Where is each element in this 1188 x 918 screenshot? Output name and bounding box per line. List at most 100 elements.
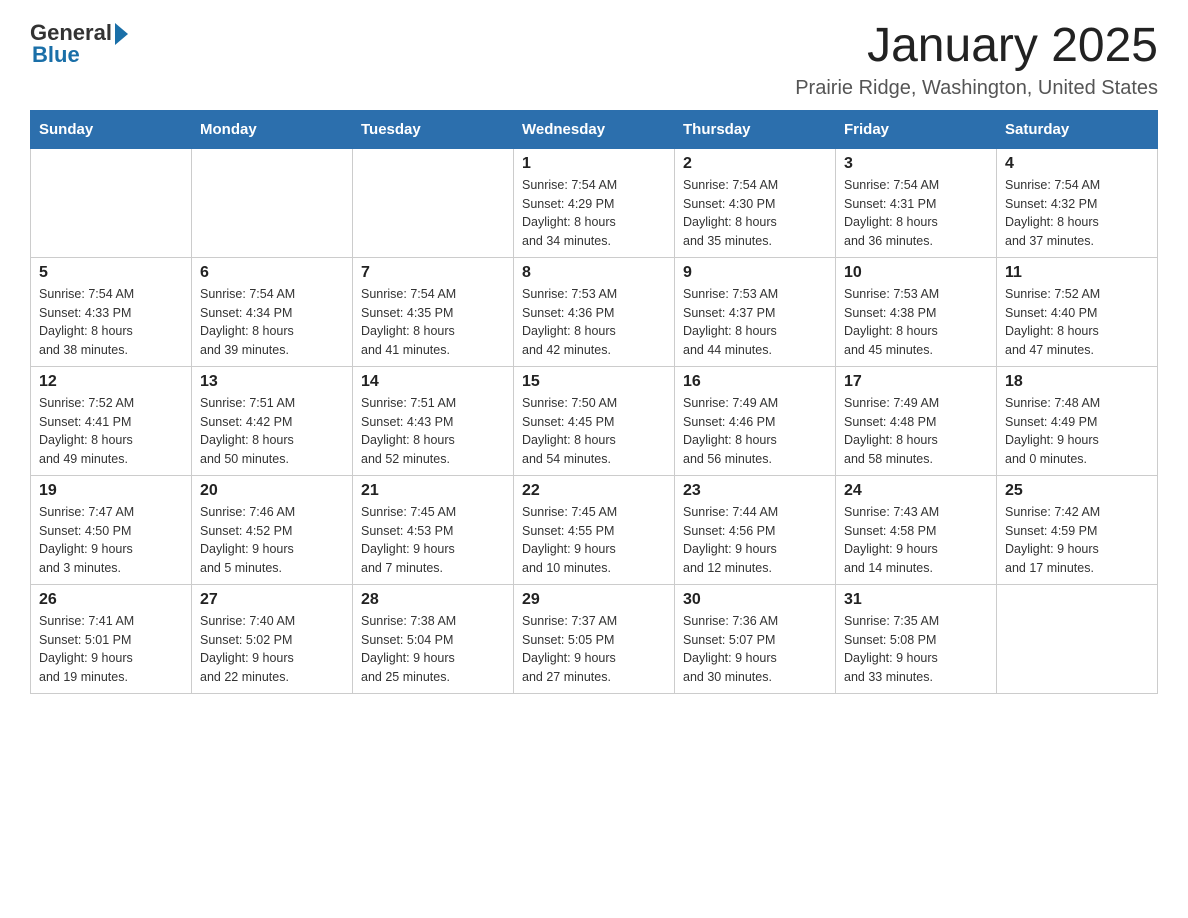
col-tuesday: Tuesday bbox=[353, 110, 514, 148]
logo: General Blue bbox=[30, 20, 128, 68]
calendar-cell: 11 Sunrise: 7:52 AMSunset: 4:40 PMDayligh… bbox=[997, 257, 1158, 366]
logo-triangle-icon bbox=[115, 23, 128, 45]
calendar-table: Sunday Monday Tuesday Wednesday Thursday… bbox=[30, 110, 1158, 694]
day-number: 1 bbox=[522, 155, 666, 173]
day-number: 16 bbox=[683, 373, 827, 391]
calendar-cell: 22 Sunrise: 7:45 AMSunset: 4:55 PMDayligh… bbox=[514, 475, 675, 584]
day-number: 17 bbox=[844, 373, 988, 391]
calendar-cell: 31 Sunrise: 7:35 AMSunset: 5:08 PMDayligh… bbox=[836, 584, 997, 693]
calendar-cell: 21Sunrise: 7:45 AMSunset: 4:53 PMDayligh… bbox=[353, 475, 514, 584]
day-info: Sunrise: 7:49 AMSunset: 4:46 PMDaylight:… bbox=[683, 394, 827, 469]
day-info: Sunrise: 7:43 AMSunset: 4:58 PMDaylight:… bbox=[844, 503, 988, 578]
day-info: Sunrise: 7:54 AMSunset: 4:33 PMDaylight:… bbox=[39, 285, 183, 360]
calendar-cell: 24 Sunrise: 7:43 AMSunset: 4:58 PMDayligh… bbox=[836, 475, 997, 584]
calendar-cell bbox=[997, 584, 1158, 693]
day-number: 25 bbox=[1005, 482, 1149, 500]
calendar-cell: 5 Sunrise: 7:54 AMSunset: 4:33 PMDaylight… bbox=[31, 257, 192, 366]
calendar-cell: 15Sunrise: 7:50 AMSunset: 4:45 PMDayligh… bbox=[514, 366, 675, 475]
calendar-cell: 7Sunrise: 7:54 AMSunset: 4:35 PMDaylight… bbox=[353, 257, 514, 366]
day-info: Sunrise: 7:53 AMSunset: 4:36 PMDaylight:… bbox=[522, 285, 666, 360]
day-number: 7 bbox=[361, 264, 505, 282]
day-info: Sunrise: 7:45 AMSunset: 4:53 PMDaylight:… bbox=[361, 503, 505, 578]
col-wednesday: Wednesday bbox=[514, 110, 675, 148]
calendar-cell bbox=[31, 148, 192, 257]
day-number: 19 bbox=[39, 482, 183, 500]
calendar-week-row: 19Sunrise: 7:47 AMSunset: 4:50 PMDayligh… bbox=[31, 475, 1158, 584]
day-info: Sunrise: 7:54 AMSunset: 4:29 PMDaylight:… bbox=[522, 176, 666, 251]
calendar-cell: 12 Sunrise: 7:52 AMSunset: 4:41 PMDayligh… bbox=[31, 366, 192, 475]
day-number: 9 bbox=[683, 264, 827, 282]
day-number: 4 bbox=[1005, 155, 1149, 173]
day-info: Sunrise: 7:52 AMSunset: 4:40 PMDaylight:… bbox=[1005, 285, 1149, 360]
day-number: 2 bbox=[683, 155, 827, 173]
calendar-week-row: 1 Sunrise: 7:54 AMSunset: 4:29 PMDaylight… bbox=[31, 148, 1158, 257]
location-subtitle: Prairie Ridge, Washington, United States bbox=[795, 77, 1158, 100]
calendar-cell: 30 Sunrise: 7:36 AMSunset: 5:07 PMDayligh… bbox=[675, 584, 836, 693]
month-title: January 2025 bbox=[795, 20, 1158, 73]
day-number: 11 bbox=[1005, 264, 1149, 282]
day-number: 8 bbox=[522, 264, 666, 282]
calendar-cell: 17 Sunrise: 7:49 AMSunset: 4:48 PMDayligh… bbox=[836, 366, 997, 475]
day-number: 28 bbox=[361, 591, 505, 609]
day-info: Sunrise: 7:45 AMSunset: 4:55 PMDaylight:… bbox=[522, 503, 666, 578]
day-info: Sunrise: 7:42 AMSunset: 4:59 PMDaylight:… bbox=[1005, 503, 1149, 578]
day-info: Sunrise: 7:54 AMSunset: 4:31 PMDaylight:… bbox=[844, 176, 988, 251]
day-number: 14 bbox=[361, 373, 505, 391]
calendar-cell bbox=[353, 148, 514, 257]
day-number: 15 bbox=[522, 373, 666, 391]
calendar-cell: 2Sunrise: 7:54 AMSunset: 4:30 PMDaylight… bbox=[675, 148, 836, 257]
calendar-week-row: 5 Sunrise: 7:54 AMSunset: 4:33 PMDaylight… bbox=[31, 257, 1158, 366]
calendar-cell bbox=[192, 148, 353, 257]
calendar-cell: 25 Sunrise: 7:42 AMSunset: 4:59 PMDayligh… bbox=[997, 475, 1158, 584]
day-number: 26 bbox=[39, 591, 183, 609]
calendar-cell: 19Sunrise: 7:47 AMSunset: 4:50 PMDayligh… bbox=[31, 475, 192, 584]
page-header: General Blue January 2025 Prairie Ridge,… bbox=[30, 20, 1158, 100]
day-number: 23 bbox=[683, 482, 827, 500]
day-number: 5 bbox=[39, 264, 183, 282]
col-monday: Monday bbox=[192, 110, 353, 148]
calendar-cell: 23 Sunrise: 7:44 AMSunset: 4:56 PMDayligh… bbox=[675, 475, 836, 584]
day-number: 10 bbox=[844, 264, 988, 282]
day-number: 31 bbox=[844, 591, 988, 609]
day-info: Sunrise: 7:38 AMSunset: 5:04 PMDaylight:… bbox=[361, 612, 505, 687]
calendar-cell: 13Sunrise: 7:51 AMSunset: 4:42 PMDayligh… bbox=[192, 366, 353, 475]
calendar-cell: 4 Sunrise: 7:54 AMSunset: 4:32 PMDaylight… bbox=[997, 148, 1158, 257]
col-thursday: Thursday bbox=[675, 110, 836, 148]
day-number: 22 bbox=[522, 482, 666, 500]
calendar-cell: 27 Sunrise: 7:40 AMSunset: 5:02 PMDayligh… bbox=[192, 584, 353, 693]
logo-blue-text: Blue bbox=[32, 42, 80, 68]
calendar-week-row: 12 Sunrise: 7:52 AMSunset: 4:41 PMDayligh… bbox=[31, 366, 1158, 475]
calendar-week-row: 26Sunrise: 7:41 AMSunset: 5:01 PMDayligh… bbox=[31, 584, 1158, 693]
day-info: Sunrise: 7:53 AMSunset: 4:37 PMDaylight:… bbox=[683, 285, 827, 360]
day-info: Sunrise: 7:54 AMSunset: 4:32 PMDaylight:… bbox=[1005, 176, 1149, 251]
day-info: Sunrise: 7:35 AMSunset: 5:08 PMDaylight:… bbox=[844, 612, 988, 687]
col-saturday: Saturday bbox=[997, 110, 1158, 148]
day-info: Sunrise: 7:36 AMSunset: 5:07 PMDaylight:… bbox=[683, 612, 827, 687]
calendar-cell: 28 Sunrise: 7:38 AMSunset: 5:04 PMDayligh… bbox=[353, 584, 514, 693]
day-number: 18 bbox=[1005, 373, 1149, 391]
calendar-cell: 6 Sunrise: 7:54 AMSunset: 4:34 PMDaylight… bbox=[192, 257, 353, 366]
calendar-cell: 10Sunrise: 7:53 AMSunset: 4:38 PMDayligh… bbox=[836, 257, 997, 366]
calendar-cell: 18 Sunrise: 7:48 AMSunset: 4:49 PMDayligh… bbox=[997, 366, 1158, 475]
day-info: Sunrise: 7:44 AMSunset: 4:56 PMDaylight:… bbox=[683, 503, 827, 578]
day-number: 6 bbox=[200, 264, 344, 282]
day-number: 13 bbox=[200, 373, 344, 391]
day-info: Sunrise: 7:48 AMSunset: 4:49 PMDaylight:… bbox=[1005, 394, 1149, 469]
day-number: 24 bbox=[844, 482, 988, 500]
title-section: January 2025 Prairie Ridge, Washington, … bbox=[795, 20, 1158, 100]
calendar-cell: 26Sunrise: 7:41 AMSunset: 5:01 PMDayligh… bbox=[31, 584, 192, 693]
calendar-cell: 1 Sunrise: 7:54 AMSunset: 4:29 PMDaylight… bbox=[514, 148, 675, 257]
day-info: Sunrise: 7:52 AMSunset: 4:41 PMDaylight:… bbox=[39, 394, 183, 469]
day-info: Sunrise: 7:54 AMSunset: 4:34 PMDaylight:… bbox=[200, 285, 344, 360]
day-info: Sunrise: 7:40 AMSunset: 5:02 PMDaylight:… bbox=[200, 612, 344, 687]
day-info: Sunrise: 7:51 AMSunset: 4:43 PMDaylight:… bbox=[361, 394, 505, 469]
col-sunday: Sunday bbox=[31, 110, 192, 148]
calendar-cell: 14 Sunrise: 7:51 AMSunset: 4:43 PMDayligh… bbox=[353, 366, 514, 475]
day-info: Sunrise: 7:49 AMSunset: 4:48 PMDaylight:… bbox=[844, 394, 988, 469]
day-number: 30 bbox=[683, 591, 827, 609]
day-info: Sunrise: 7:46 AMSunset: 4:52 PMDaylight:… bbox=[200, 503, 344, 578]
day-number: 20 bbox=[200, 482, 344, 500]
day-number: 12 bbox=[39, 373, 183, 391]
day-number: 27 bbox=[200, 591, 344, 609]
calendar-cell: 8 Sunrise: 7:53 AMSunset: 4:36 PMDaylight… bbox=[514, 257, 675, 366]
